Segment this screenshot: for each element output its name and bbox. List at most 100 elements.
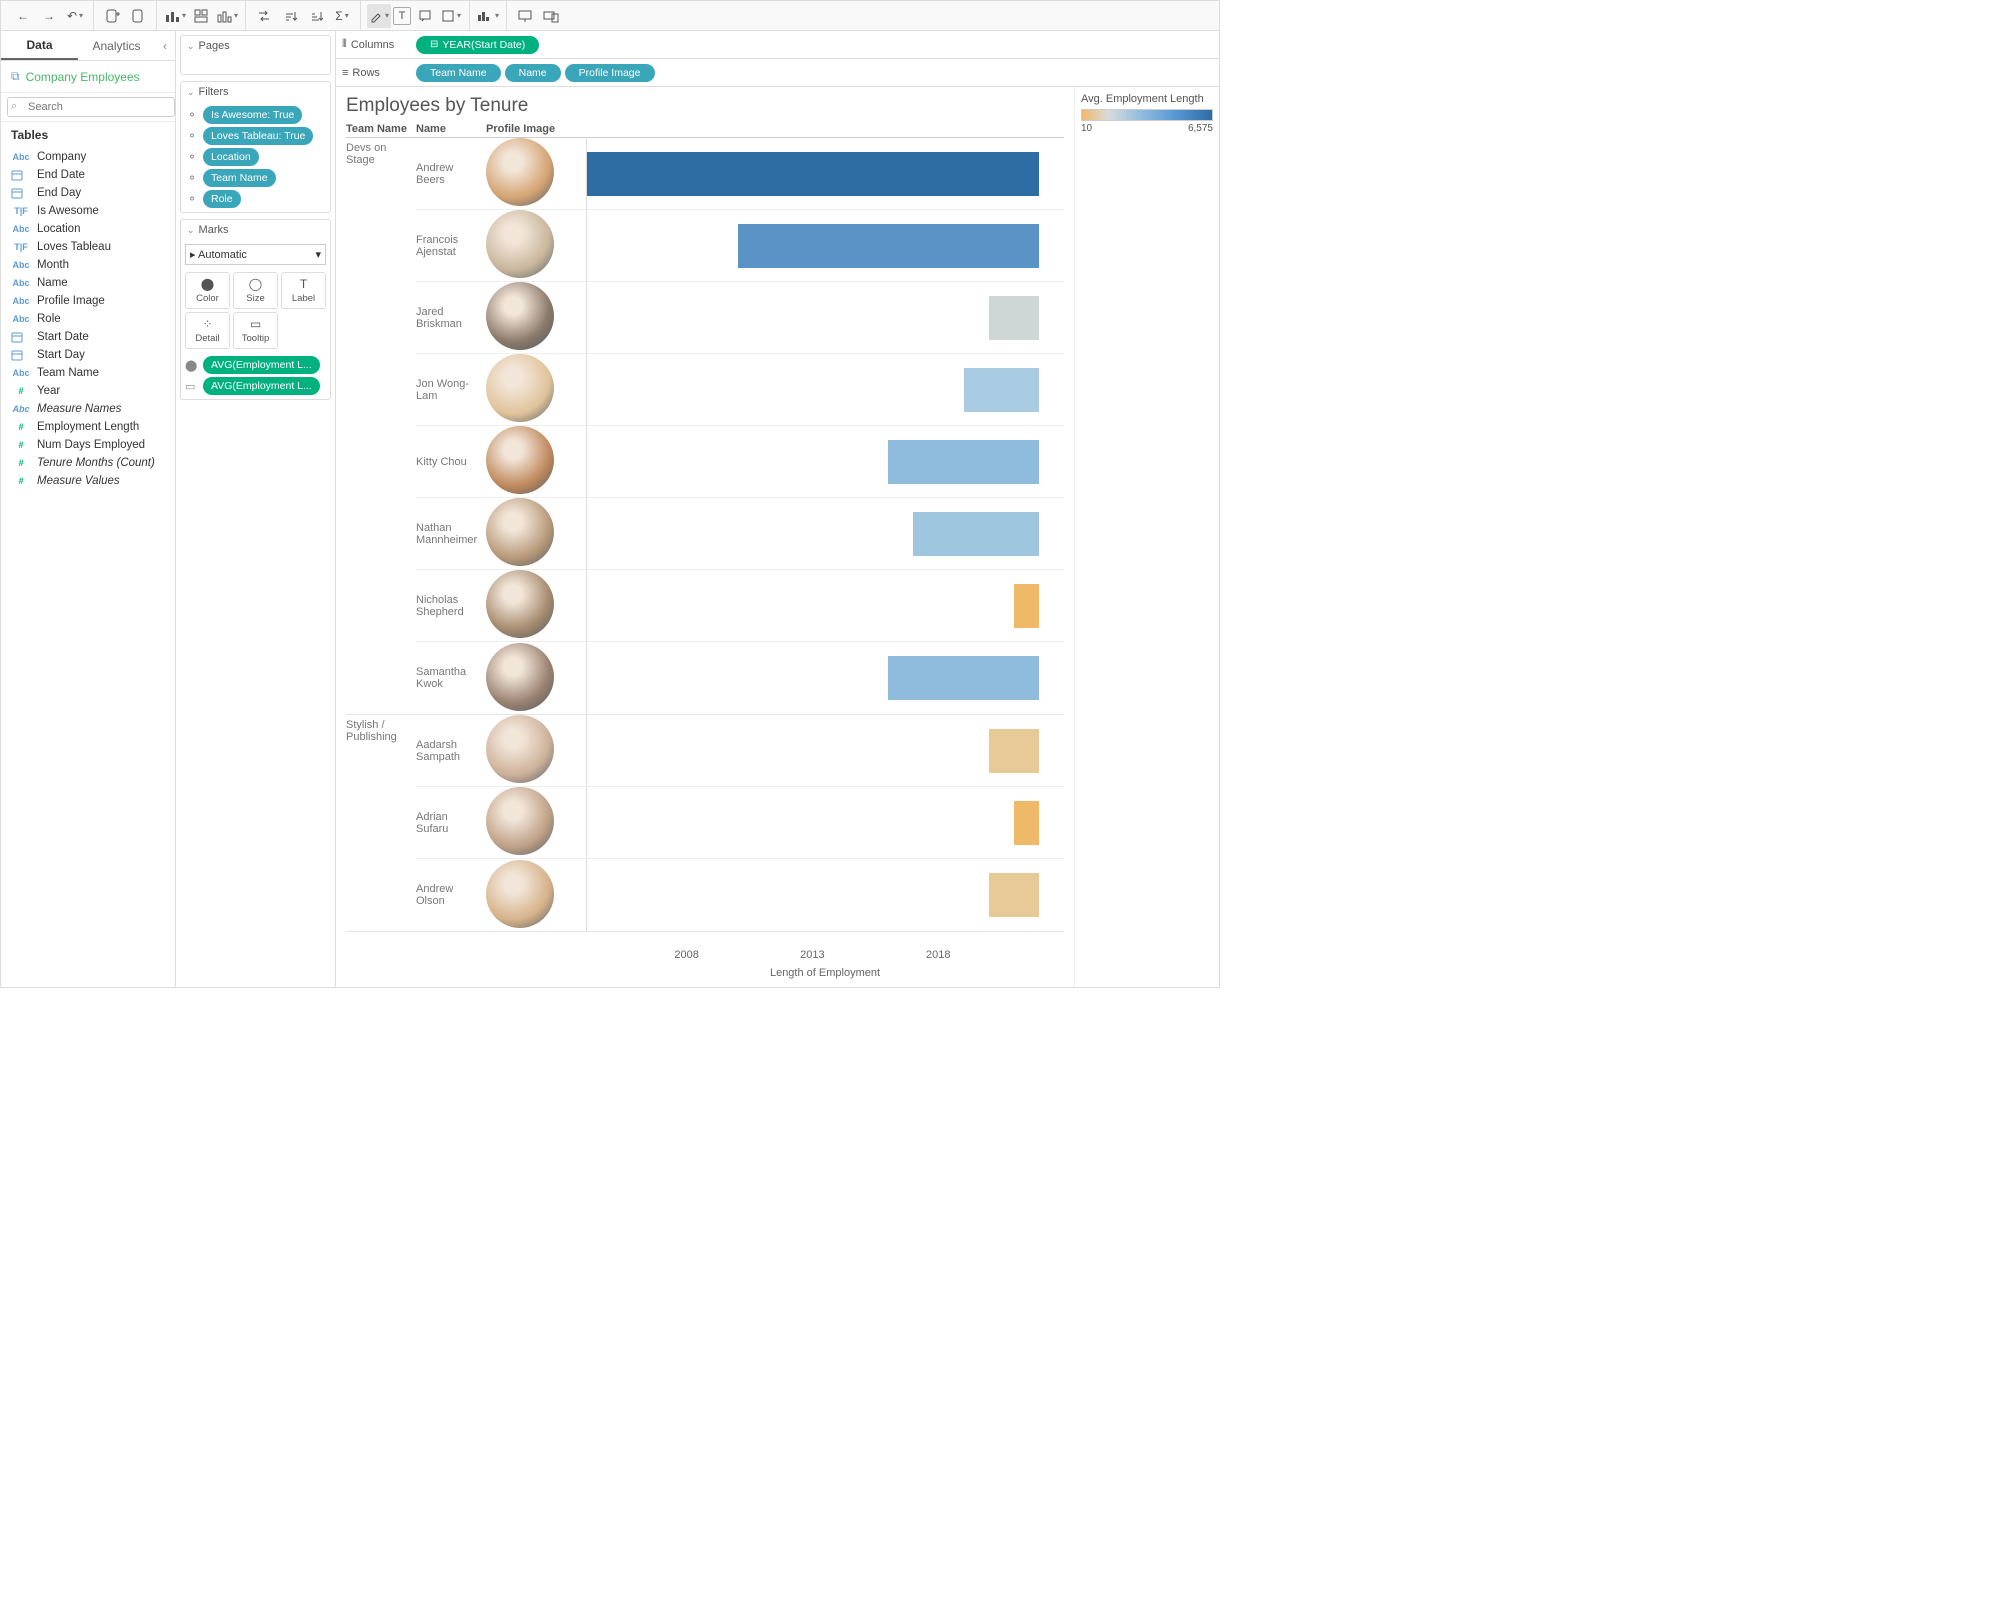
column-pill[interactable]: ⊟YEAR(Start Date) (416, 36, 539, 54)
field-loves-tableau[interactable]: T|FLoves Tableau (5, 238, 171, 256)
employee-row[interactable]: Francois Ajenstat (416, 210, 1064, 282)
field-team-name[interactable]: AbcTeam Name (5, 364, 171, 382)
employee-row[interactable]: Jon Wong-Lam (416, 354, 1064, 426)
bar[interactable] (989, 296, 1039, 340)
row-pill[interactable]: Team Name (416, 64, 501, 82)
marks-card[interactable]: ⌄Marks ▸ Automatic▾ ⬤Color◯SizeTLabel⁘De… (180, 219, 331, 400)
clear-sheet-icon[interactable]: ▾ (215, 4, 239, 28)
mark-pill[interactable]: AVG(Employment L... (203, 356, 320, 374)
bar[interactable] (989, 873, 1039, 917)
sort-asc-icon[interactable] (278, 4, 302, 28)
field-measure-values[interactable]: #Measure Values (5, 472, 171, 490)
toolbar: ← → ↶▾ ▾ ▾ Σ▾ ▾ T ▾ ▾ (1, 1, 1219, 31)
field-role[interactable]: AbcRole (5, 310, 171, 328)
annotate-icon[interactable] (413, 4, 437, 28)
bar[interactable] (587, 152, 1039, 196)
columns-shelf[interactable]: ⦀Columns ⊟YEAR(Start Date) (336, 31, 1219, 59)
tab-data[interactable]: Data (1, 31, 78, 60)
bar[interactable] (888, 440, 1039, 484)
search-input[interactable] (7, 97, 175, 117)
field-num-days-employed[interactable]: #Num Days Employed (5, 436, 171, 454)
color-encoding-icon: ⬤ (185, 359, 199, 372)
field-year[interactable]: #Year (5, 382, 171, 400)
row-pill[interactable]: Name (505, 64, 561, 82)
field-tenure-months-count-[interactable]: #Tenure Months (Count) (5, 454, 171, 472)
undo-dropdown-icon[interactable]: ↶▾ (63, 4, 87, 28)
back-icon[interactable]: ← (11, 4, 35, 28)
device-preview-icon[interactable] (539, 4, 563, 28)
field-location[interactable]: AbcLocation (5, 220, 171, 238)
text-icon[interactable]: T (393, 7, 411, 25)
employee-row[interactable]: Andrew Beers (416, 138, 1064, 210)
employee-row[interactable]: Andrew Olson (416, 859, 1064, 931)
color-legend[interactable]: Avg. Employment Length 10 6,575 (1074, 87, 1219, 987)
bar[interactable] (738, 224, 1039, 268)
row-pill[interactable]: Profile Image (565, 64, 655, 82)
filter-pill[interactable]: Role (203, 190, 241, 208)
swap-icon[interactable] (252, 4, 276, 28)
datasource-name[interactable]: ⧉ Company Employees (1, 61, 175, 93)
employee-row[interactable]: Jared Briskman (416, 282, 1064, 354)
field-company[interactable]: AbcCompany (5, 148, 171, 166)
employee-name: Aadarsh Sampath (416, 739, 486, 763)
field-profile-image[interactable]: AbcProfile Image (5, 292, 171, 310)
bar[interactable] (989, 729, 1039, 773)
collapse-pane-icon[interactable]: ‹ (155, 31, 175, 60)
totals-icon[interactable]: Σ▾ (330, 4, 354, 28)
chart[interactable]: Employees by Tenure Team Name Name Profi… (336, 87, 1074, 987)
new-datasource-icon[interactable] (100, 4, 124, 28)
field-employment-length[interactable]: #Employment Length (5, 418, 171, 436)
bar[interactable] (888, 656, 1039, 700)
marks-type-select[interactable]: ▸ Automatic▾ (185, 244, 326, 265)
highlight-icon[interactable]: ▾ (367, 4, 391, 28)
employee-row[interactable]: Nathan Mannheimer (416, 498, 1064, 570)
chart-title[interactable]: Employees by Tenure (346, 95, 1064, 117)
filter-pill[interactable]: Location (203, 148, 259, 166)
fit-icon[interactable]: ▾ (476, 4, 500, 28)
x-tick: 2013 (800, 949, 824, 961)
rows-shelf[interactable]: ≡Rows Team NameNameProfile Image (336, 59, 1219, 87)
filter-pill[interactable]: Team Name (203, 169, 276, 187)
mark-size-button[interactable]: ◯Size (233, 272, 278, 309)
field-name[interactable]: AbcName (5, 274, 171, 292)
field-start-date[interactable]: Start Date (5, 328, 171, 346)
employee-row[interactable]: Kitty Chou (416, 426, 1064, 498)
mark-tooltip-button[interactable]: ▭Tooltip (233, 312, 278, 349)
refresh-datasource-icon[interactable] (126, 4, 150, 28)
bar[interactable] (1014, 801, 1039, 845)
mark-pill[interactable]: AVG(Employment L... (203, 377, 320, 395)
employee-name: Adrian Sufaru (416, 811, 486, 835)
field-end-day[interactable]: End Day (5, 184, 171, 202)
tab-analytics[interactable]: Analytics (78, 31, 155, 60)
mark-label-button[interactable]: TLabel (281, 272, 326, 309)
pages-shelf[interactable]: ⌄Pages (180, 35, 331, 75)
mark-color-button[interactable]: ⬤Color (185, 272, 230, 309)
format-icon[interactable]: ▾ (439, 4, 463, 28)
avatar (486, 860, 554, 928)
employee-name: Jon Wong-Lam (416, 378, 486, 402)
forward-icon[interactable]: → (37, 4, 61, 28)
field-is-awesome[interactable]: T|FIs Awesome (5, 202, 171, 220)
filter-pill[interactable]: Is Awesome: True (203, 106, 302, 124)
bar[interactable] (964, 368, 1039, 412)
field-month[interactable]: AbcMonth (5, 256, 171, 274)
presentation-icon[interactable] (513, 4, 537, 28)
field-start-day[interactable]: Start Day (5, 346, 171, 364)
mark-detail-button[interactable]: ⁘Detail (185, 312, 230, 349)
field-measure-names[interactable]: AbcMeasure Names (5, 400, 171, 418)
bar[interactable] (913, 512, 1039, 556)
filters-shelf[interactable]: ⌄Filters ⚬Is Awesome: True⚬Loves Tableau… (180, 81, 331, 213)
bar[interactable] (1014, 584, 1039, 628)
sort-desc-icon[interactable] (304, 4, 328, 28)
new-worksheet-icon[interactable]: ▾ (163, 4, 187, 28)
employee-row[interactable]: Samantha Kwok (416, 642, 1064, 714)
filter-pill[interactable]: Loves Tableau: True (203, 127, 313, 145)
field-end-date[interactable]: End Date (5, 166, 171, 184)
avatar (486, 498, 554, 566)
employee-name: Samantha Kwok (416, 666, 486, 690)
employee-row[interactable]: Aadarsh Sampath (416, 715, 1064, 787)
avatar (486, 570, 554, 638)
employee-row[interactable]: Nicholas Shepherd (416, 570, 1064, 642)
new-dashboard-icon[interactable] (189, 4, 213, 28)
employee-row[interactable]: Adrian Sufaru (416, 787, 1064, 859)
